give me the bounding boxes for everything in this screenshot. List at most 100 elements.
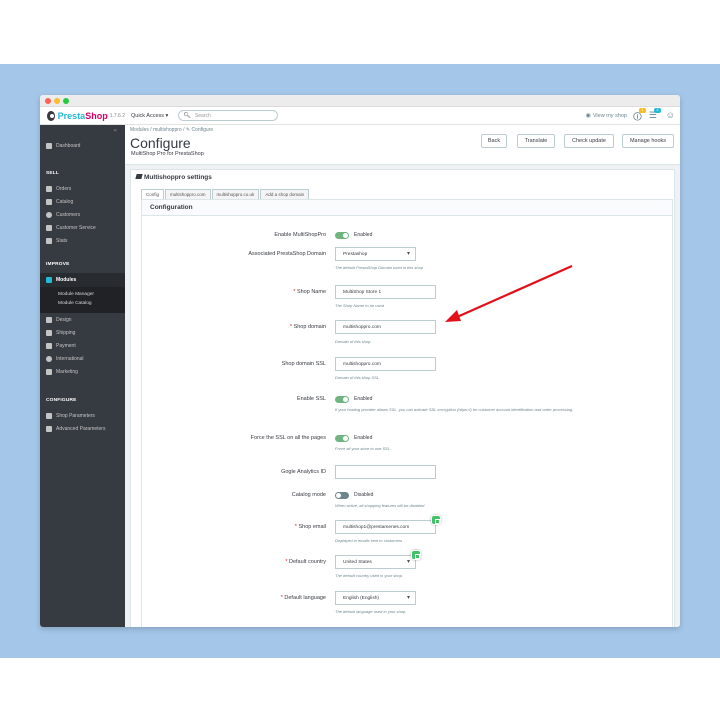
window-chrome: [40, 95, 680, 107]
sidebar-item-label: Customer Service: [56, 224, 96, 231]
shop-name-help: The Shop Name to be used: [335, 303, 384, 308]
search-placeholder: Search: [194, 112, 211, 119]
minimize-window-icon[interactable]: [54, 98, 60, 104]
section-improve: IMPROVE: [46, 262, 70, 267]
autofill-helper-icon[interactable]: [411, 550, 421, 560]
sidebar-item-dashboard[interactable]: Dashboard: [40, 140, 125, 151]
catalog-mode-toggle[interactable]: [335, 492, 349, 499]
prestashop-logo[interactable]: PrestaShop 1.7.6.2: [47, 110, 125, 121]
settings-panel: Multishoppro settings Config multishoppr…: [130, 169, 675, 627]
sidebar-item-label: Catalog: [56, 198, 74, 205]
tag-icon: [135, 174, 143, 179]
sidebar-item-orders[interactable]: Orders: [40, 183, 125, 194]
notification-badge: 1: [639, 108, 646, 113]
shop-name-input[interactable]: MultiShop Store 1: [335, 285, 436, 299]
shop-domain-value: multishoppro.com: [343, 324, 381, 330]
sidebar-item-catalog[interactable]: Catalog: [40, 196, 125, 207]
sidebar-item-international[interactable]: International: [40, 353, 125, 364]
enable-ssl-toggle[interactable]: [335, 396, 349, 403]
breadcrumb[interactable]: Modules / multishoppro / ✎ Configure: [130, 127, 213, 133]
sidebar-item-shop-parameters[interactable]: Shop Parameters: [40, 410, 125, 421]
tab-add-shop-domain[interactable]: Add a shop domain: [260, 189, 310, 199]
sidebar-item-label: International: [56, 355, 84, 362]
sidebar-item-label: Shop Parameters: [56, 412, 95, 419]
sidebar-item-modules[interactable]: Modules: [40, 273, 125, 287]
shop-name-label-text: Shop Name: [296, 289, 326, 295]
shop-email-input[interactable]: multishop1@prestamenes.com: [335, 520, 436, 534]
monitor-icon: [46, 316, 52, 323]
sidebar-item-shipping[interactable]: Shipping: [40, 327, 125, 338]
enable-multishop-label: Enable MultiShopPro: [274, 232, 326, 238]
sidebar-item-payment[interactable]: Payment: [40, 340, 125, 351]
section-configure: CONFIGURE: [46, 398, 77, 403]
back-button[interactable]: Back: [481, 134, 507, 148]
default-language-value: English (English): [343, 595, 379, 601]
account-icon[interactable]: ☺: [666, 110, 675, 120]
sidebar-item-stats[interactable]: Stats: [40, 235, 125, 246]
default-language-select[interactable]: English (English): [335, 591, 416, 605]
toggle-knob: [343, 397, 348, 402]
default-language-label-text: Default language: [284, 595, 326, 601]
shop-email-label: * Shop email: [294, 524, 326, 530]
modules-submenu: Module Manager Module Catalog: [40, 287, 125, 313]
shop-domain-help: Domain of this shop.: [335, 339, 372, 344]
shop-domain-input[interactable]: multishoppro.com: [335, 320, 436, 334]
toggle-knob: [343, 233, 348, 238]
sidebar-item-label: Modules: [56, 277, 77, 283]
panel-tabs: Config multishoppro.com multishoppro.co.…: [141, 189, 310, 199]
force-ssl-state: Enabled: [354, 435, 373, 441]
default-country-select[interactable]: United States: [335, 555, 416, 569]
toggle-knob: [343, 436, 348, 441]
submenu-module-catalog[interactable]: Module Catalog: [58, 301, 92, 306]
sidebar-item-label: Payment: [56, 342, 76, 349]
panel-title: Multishoppro settings: [135, 174, 212, 181]
default-language-label: * Default language: [280, 595, 326, 601]
submenu-module-manager[interactable]: Module Manager: [58, 292, 94, 297]
tab-multishoppro-co-uk[interactable]: multishoppro.co.uk: [211, 189, 260, 199]
customers-icon: [46, 211, 52, 218]
credit-card-icon: [46, 342, 52, 349]
translate-button[interactable]: Translate: [517, 134, 555, 148]
enable-multishop-toggle[interactable]: [335, 232, 349, 239]
tab-config[interactable]: Config: [141, 189, 165, 199]
collapse-sidebar-icon[interactable]: «: [114, 128, 117, 134]
sidebar-item-label: Stats: [56, 237, 68, 244]
associated-domain-help: The default PrestaShop Domain used in th…: [335, 265, 424, 270]
force-ssl-toggle[interactable]: [335, 435, 349, 442]
check-update-button[interactable]: Check update: [564, 134, 614, 148]
manage-hooks-button[interactable]: Manage hooks: [622, 134, 674, 148]
sidebar-item-design[interactable]: Design: [40, 314, 125, 325]
shop-email-value: multishop1@prestamenes.com: [343, 524, 410, 530]
puffin-logo-icon: [47, 110, 55, 121]
shop-domain-ssl-input[interactable]: multishoppro.com: [335, 357, 436, 371]
globe-icon: [46, 355, 52, 362]
chat-icon: [46, 224, 52, 231]
analytics-input[interactable]: [335, 465, 436, 479]
default-country-help: The default country used in your shop.: [335, 573, 404, 578]
sidebar-item-customers[interactable]: Customers: [40, 209, 125, 220]
sidebar-item-customer-service[interactable]: Customer Service: [40, 222, 125, 233]
associated-domain-select[interactable]: Prestashop: [335, 247, 416, 261]
catalog-mode-state: Disabled: [354, 492, 374, 498]
shop-name-label: * Shop Name: [293, 289, 326, 295]
top-bar: PrestaShop 1.7.6.2 Quick Access ▾ 🔍︎ Sea…: [40, 107, 680, 125]
panel-title-text: Multishoppro settings: [144, 174, 212, 181]
view-my-shop-link[interactable]: ◉ View my shop: [586, 112, 627, 119]
sidebar-item-marketing[interactable]: Marketing: [40, 366, 125, 377]
close-window-icon[interactable]: [45, 98, 51, 104]
sidebar-item-label: Orders: [56, 185, 72, 192]
shop-domain-ssl-label: Shop domain SSL: [281, 361, 326, 367]
maximize-window-icon[interactable]: [63, 98, 69, 104]
main-content: Modules / multishoppro / ✎ Configure Con…: [125, 125, 680, 627]
password-manager-icon[interactable]: [431, 515, 441, 525]
megaphone-icon: [46, 368, 52, 375]
tab-multishoppro-com[interactable]: multishoppro.com: [165, 189, 211, 199]
force-ssl-label: Force the SSL on all the pages: [250, 435, 326, 441]
search-input[interactable]: 🔍︎ Search: [178, 110, 279, 121]
toggle-knob: [336, 493, 341, 498]
sidebar-item-advanced-parameters[interactable]: Advanced Parameters: [40, 423, 125, 434]
enable-ssl-label: Enable SSL: [296, 396, 326, 402]
truck-icon: [46, 329, 52, 336]
quick-access-menu[interactable]: Quick Access ▾: [131, 113, 168, 119]
catalog-mode-help: When active, all shopping features will …: [335, 503, 425, 508]
